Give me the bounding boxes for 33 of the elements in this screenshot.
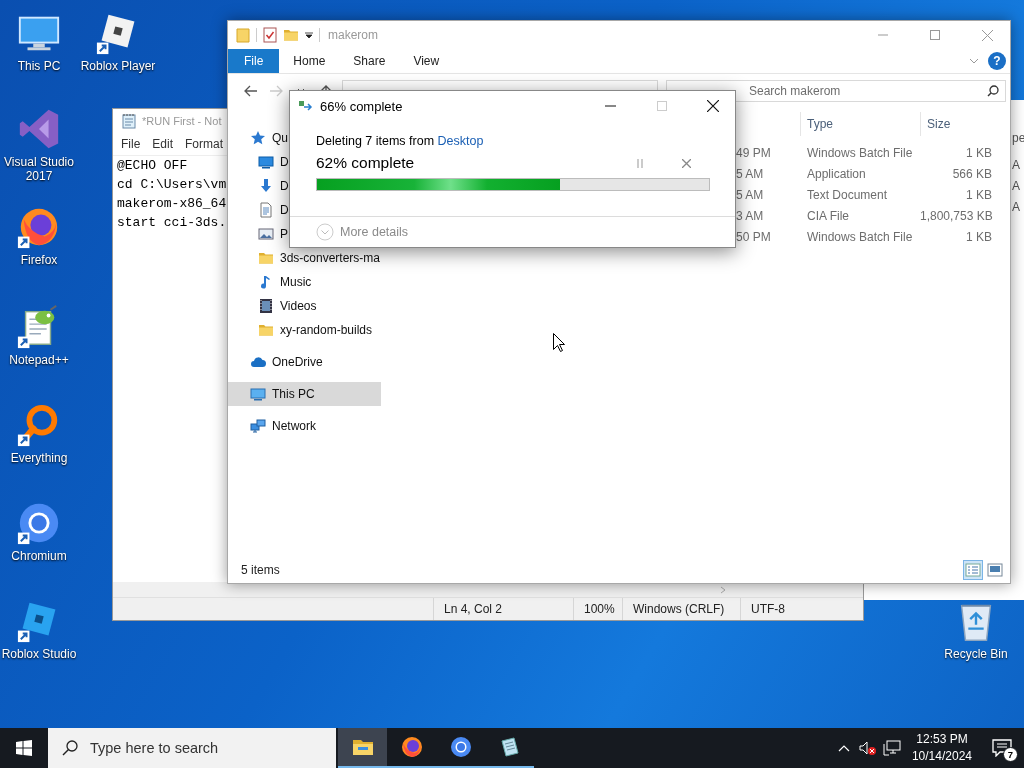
table-cell-text: Text Document bbox=[806, 187, 889, 202]
table-cell: A bbox=[1012, 200, 1020, 214]
status-text: 5 items bbox=[241, 563, 281, 577]
table-cell-text: 1 KB bbox=[965, 187, 993, 202]
dialog-title: 66% complete bbox=[320, 98, 404, 114]
table-cell-text: Application bbox=[806, 166, 867, 181]
notification-count: 7 bbox=[1003, 747, 1018, 762]
table-cell-text: Windows Batch File bbox=[806, 229, 914, 244]
table-cell: A bbox=[1012, 158, 1020, 172]
status-message: Deleting 7 items from Desktop bbox=[316, 134, 485, 148]
table-cell-text: 50 PM bbox=[736, 229, 772, 244]
code-line: makerom-x86_64 bbox=[117, 195, 227, 213]
table-cell-text: 1 KB bbox=[965, 229, 993, 244]
table-cell-text: 1 KB bbox=[965, 145, 993, 160]
status-text: Ln 4, Col 2 bbox=[433, 598, 573, 620]
table-cell-text: Windows Batch File bbox=[806, 145, 914, 160]
status-text: UTF-8 bbox=[740, 598, 863, 620]
code-line: cd C:\Users\vm bbox=[117, 176, 227, 194]
status-text: 100% bbox=[573, 598, 622, 620]
table-cell-text: 1,800,753 KB bbox=[920, 208, 994, 223]
table-cell-text: 3 AM bbox=[736, 208, 765, 223]
table-cell-text: 5 AM bbox=[736, 166, 765, 181]
table-cell-text: 49 PM bbox=[736, 145, 772, 160]
code-line: @ECHO OFF bbox=[117, 157, 188, 175]
table-cell-text: 566 KB bbox=[951, 166, 993, 181]
status-text: Windows (CRLF) bbox=[622, 598, 740, 620]
window-title: makerom bbox=[328, 28, 379, 42]
table-cell-text: 5 AM bbox=[736, 187, 765, 202]
table-cell: A bbox=[1012, 179, 1020, 193]
window-title: *RUN First - Not bbox=[142, 114, 222, 127]
table-cell-text: CIA File bbox=[806, 208, 850, 223]
code-line: start cci-3ds. bbox=[117, 214, 227, 232]
progress-text: 62% complete bbox=[316, 154, 416, 172]
